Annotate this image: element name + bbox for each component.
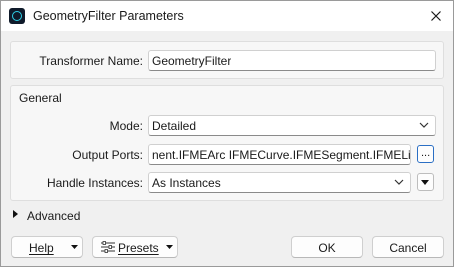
chevron-down-icon: [419, 122, 429, 128]
ellipsis-label: ...: [421, 147, 431, 159]
close-icon: [431, 11, 441, 21]
output-ports-input[interactable]: nent.IFMEArc IFMECurve.IFMESegment.IFMEL…: [148, 144, 411, 165]
advanced-label: Advanced: [27, 209, 81, 223]
transformer-name-input[interactable]: GeometryFilter: [148, 50, 436, 71]
handle-instances-label: Handle Instances:: [46, 176, 143, 190]
mode-dropdown[interactable]: Detailed: [148, 115, 436, 136]
advanced-expander[interactable]: Advanced: [11, 207, 131, 223]
transformer-name-label: Transformer Name:: [39, 54, 143, 68]
ok-button[interactable]: OK: [291, 236, 363, 258]
caret-down-icon: [166, 245, 173, 249]
output-ports-browse-button[interactable]: ...: [417, 145, 434, 163]
transformer-name-value: GeometryFilter: [152, 54, 232, 68]
output-ports-label: Output Ports:: [72, 148, 143, 162]
presets-label: Presets: [118, 241, 159, 255]
mode-label: Mode:: [109, 119, 143, 133]
handle-instances-dropdown[interactable]: As Instances: [148, 172, 411, 193]
general-group: General Mode: Detailed Output Ports: nen…: [10, 85, 444, 201]
output-ports-value: nent.IFMEArc IFMECurve.IFMESegment.IFMEL…: [152, 148, 411, 162]
caret-down-icon: [421, 180, 429, 185]
presets-icon: [101, 241, 115, 253]
caret-right-icon: [13, 210, 18, 218]
help-button[interactable]: Help: [11, 236, 83, 258]
presets-button[interactable]: Presets: [92, 236, 178, 258]
close-button[interactable]: [419, 1, 453, 31]
title-bar: GeometryFilter Parameters: [1, 1, 453, 31]
transformer-name-panel: Transformer Name: GeometryFilter: [10, 41, 444, 79]
handle-instances-menu-button[interactable]: [417, 173, 434, 191]
handle-instances-value: As Instances: [152, 176, 221, 190]
caret-down-icon: [71, 245, 78, 249]
dialog-window: GeometryFilter Parameters Transformer Na…: [0, 0, 454, 267]
cancel-label: Cancel: [389, 241, 427, 255]
chevron-down-icon: [394, 179, 404, 185]
fme-app-icon: [9, 8, 25, 24]
mode-value: Detailed: [152, 119, 197, 133]
cancel-button[interactable]: Cancel: [372, 236, 444, 258]
help-label: Help: [29, 241, 54, 255]
window-title: GeometryFilter Parameters: [33, 9, 184, 23]
general-heading: General: [19, 91, 62, 105]
ok-label: OK: [318, 241, 336, 255]
